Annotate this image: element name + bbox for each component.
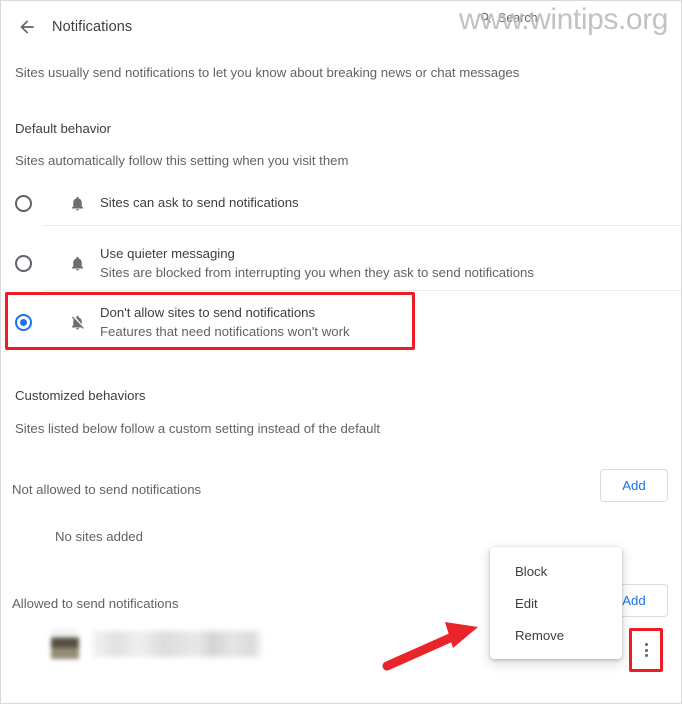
page-header: Notifications — [1, 7, 681, 47]
option-secondary-label: Features that need notifications won't w… — [100, 323, 350, 339]
option-primary-label: Don't allow sites to send notifications — [100, 304, 316, 320]
no-sites-added-text: No sites added — [55, 529, 143, 544]
search-label: Search — [498, 11, 538, 25]
add-button-not-allowed[interactable]: Add — [600, 469, 668, 502]
option-primary-label: Sites can ask to send notifications — [100, 195, 299, 210]
option-secondary-label: Sites are blocked from interrupting you … — [100, 264, 534, 280]
search-control[interactable]: Search — [479, 11, 538, 25]
default-behavior-heading: Default behavior — [15, 121, 112, 136]
intro-description: Sites usually send notifications to let … — [15, 65, 520, 80]
not-allowed-list-label: Not allowed to send notifications — [12, 482, 202, 497]
list-item[interactable] — [51, 629, 261, 659]
allowed-list-label: Allowed to send notifications — [12, 596, 179, 611]
default-behavior-subheading: Sites automatically follow this setting … — [15, 153, 349, 168]
dot — [644, 648, 648, 652]
customized-behaviors-subheading: Sites listed below follow a custom setti… — [15, 421, 381, 436]
menu-item-edit[interactable]: Edit — [490, 587, 622, 619]
menu-item-block[interactable]: Block — [490, 555, 622, 587]
page-title: Notifications — [52, 19, 133, 35]
bell-off-icon — [68, 313, 86, 331]
row-text-group: Don't allow sites to send notifications … — [100, 304, 350, 341]
red-arrow-annotation — [382, 622, 478, 671]
notifications-settings-page: Notifications Search www.wintips.org Sit… — [0, 0, 682, 704]
row-text-group: Use quieter messaging Sites are blocked … — [100, 245, 534, 282]
search-icon — [480, 12, 491, 23]
row-text-group: Sites can ask to send notifications — [100, 194, 299, 212]
option-primary-label: Use quieter messaging — [100, 245, 235, 261]
back-arrow-icon[interactable] — [10, 10, 44, 44]
radio-indicator-quieter-messaging[interactable] — [15, 254, 32, 272]
radio-indicator-sites-can-ask[interactable] — [15, 194, 32, 212]
customized-behaviors-heading: Customized behaviors — [15, 388, 146, 403]
dot — [644, 643, 648, 646]
radio-indicator-dont-allow[interactable] — [15, 313, 32, 331]
dot — [644, 654, 648, 657]
radio-option-sites-can-ask[interactable]: Sites can ask to send notifications — [1, 183, 681, 223]
bell-icon — [68, 254, 86, 272]
radio-option-dont-allow[interactable]: Don't allow sites to send notifications … — [1, 297, 681, 347]
menu-item-remove[interactable]: Remove — [490, 619, 622, 651]
option-divider — [42, 225, 681, 226]
bell-icon — [68, 194, 86, 212]
context-menu: Block Edit Remove — [490, 547, 622, 659]
three-dot-menu-icon[interactable] — [634, 633, 658, 667]
option-divider — [42, 290, 681, 291]
radio-option-quieter-messaging[interactable]: Use quieter messaging Sites are blocked … — [1, 238, 681, 288]
site-name-redacted — [93, 631, 261, 657]
site-favicon-icon — [51, 629, 79, 659]
